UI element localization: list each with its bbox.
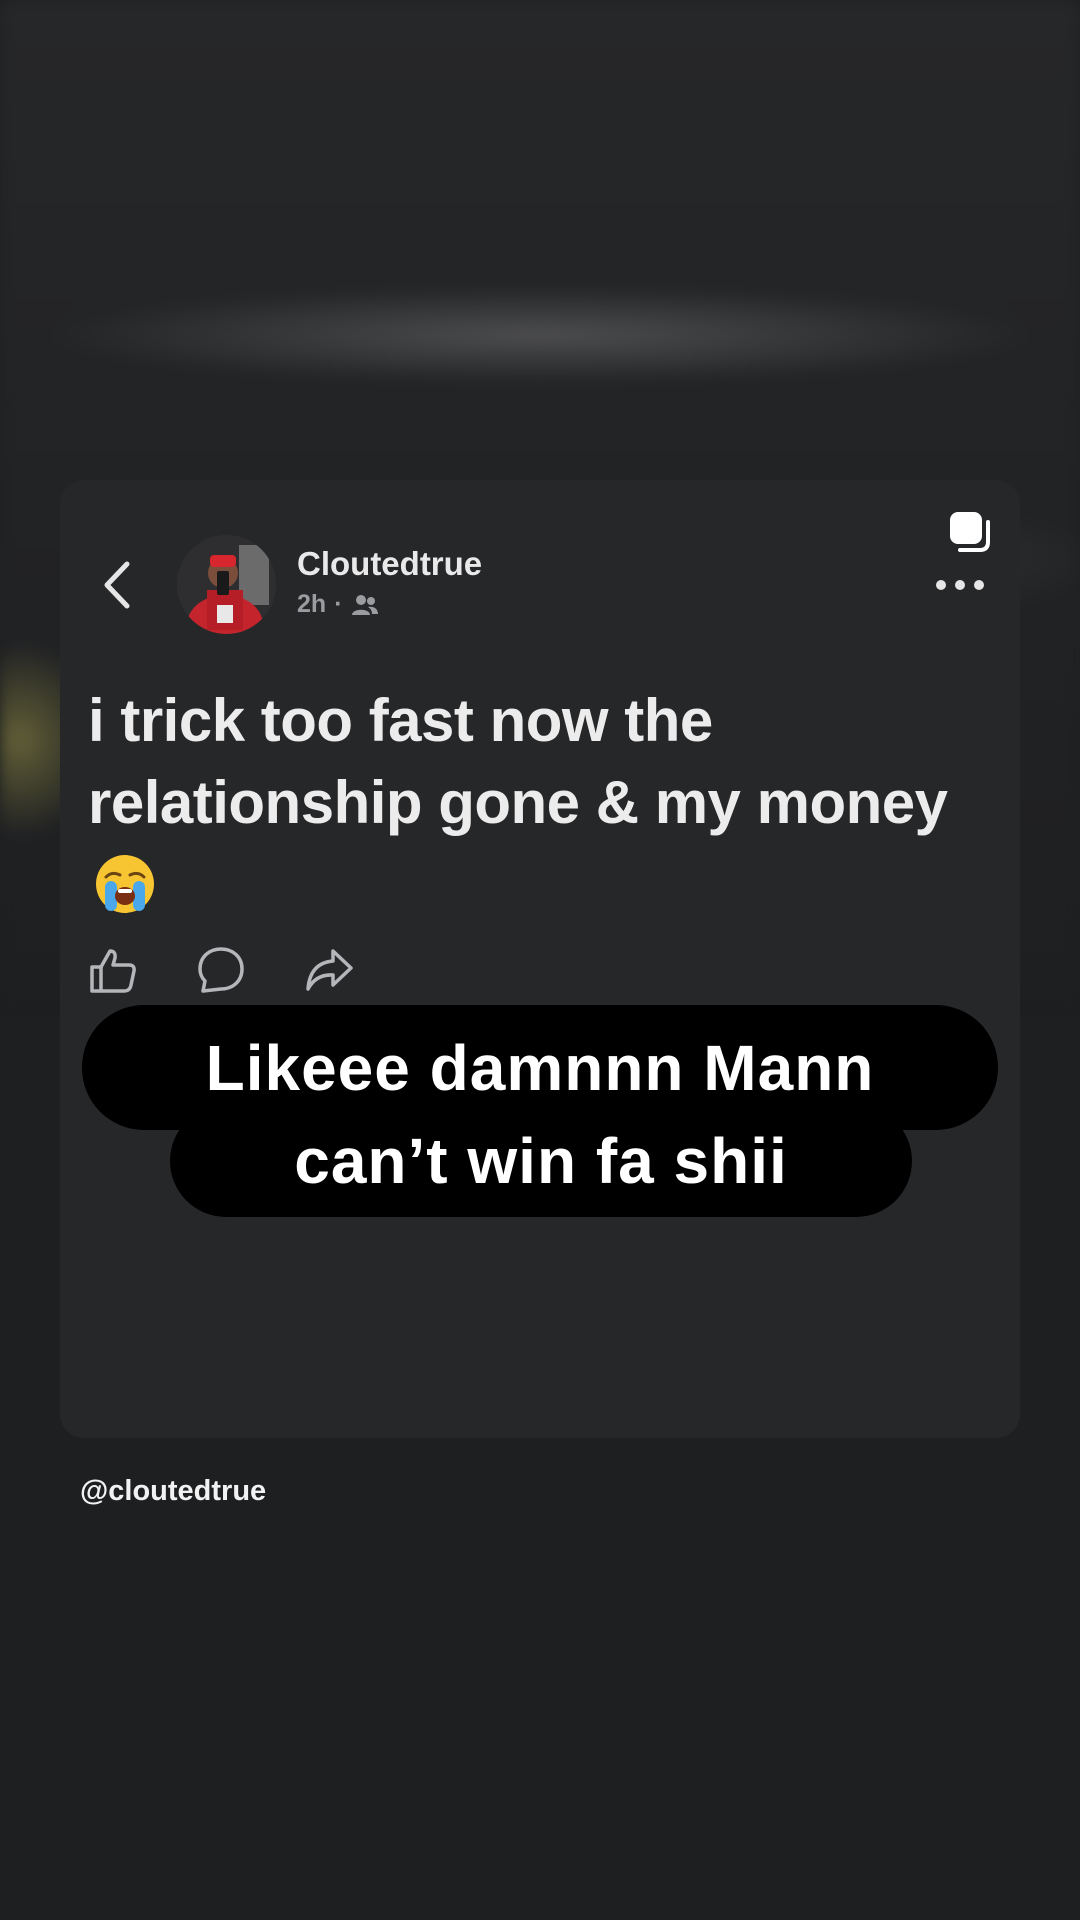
post-body: i trick too fast now the relationship go… bbox=[88, 687, 948, 836]
more-horizontal-icon bbox=[936, 580, 984, 590]
chevron-left-icon bbox=[104, 561, 130, 609]
share-button[interactable] bbox=[304, 945, 360, 1001]
copy-icon bbox=[950, 512, 990, 552]
post-time: 2h bbox=[297, 590, 327, 618]
post-meta: 2h · bbox=[297, 590, 379, 619]
loudly-crying-face-emoji bbox=[96, 855, 154, 913]
friends-icon bbox=[351, 594, 378, 615]
post-text: i trick too fast now the relationship go… bbox=[88, 680, 968, 926]
caption-line-2: can’t win fa shii bbox=[170, 1105, 912, 1217]
comment-button[interactable] bbox=[196, 945, 252, 1001]
more-button[interactable] bbox=[932, 570, 988, 600]
avatar[interactable] bbox=[177, 535, 276, 634]
thumbs-up-icon bbox=[90, 949, 136, 993]
copy-button[interactable] bbox=[946, 508, 994, 556]
comment-icon bbox=[198, 947, 244, 993]
share-icon bbox=[306, 949, 353, 991]
username[interactable]: Cloutedtrue bbox=[297, 545, 482, 583]
post-actions bbox=[88, 945, 412, 1001]
meta-separator: · bbox=[334, 590, 343, 618]
back-button[interactable] bbox=[95, 555, 139, 615]
like-button[interactable] bbox=[88, 945, 144, 1001]
profile-photo bbox=[177, 535, 276, 634]
watermark-handle: @cloutedtrue bbox=[80, 1475, 267, 1507]
